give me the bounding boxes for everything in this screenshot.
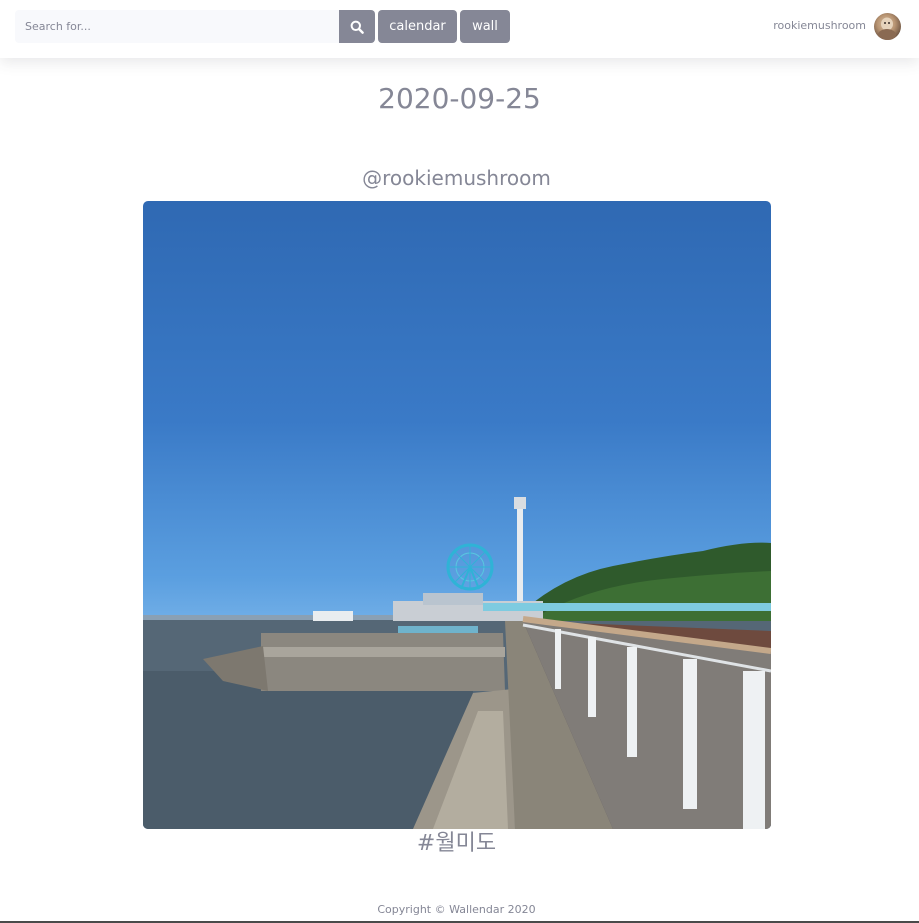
user-name[interactable]: rookiemushroom [773, 19, 866, 32]
post-photo[interactable] [143, 201, 771, 829]
calendar-button[interactable]: calendar [378, 10, 457, 43]
search-icon [350, 20, 364, 34]
wall-button[interactable]: wall [460, 10, 510, 43]
search-button[interactable] [339, 10, 375, 43]
avatar[interactable] [874, 13, 901, 40]
post-tag[interactable]: #월미도 [0, 825, 913, 857]
search-box [15, 10, 339, 43]
page-title: 2020-09-25 [378, 82, 541, 115]
search-input[interactable] [15, 10, 339, 43]
top-navbar: calendar wall rookiemushroom [0, 0, 919, 58]
footer-copyright: Copyright © Wallendar 2020 [377, 903, 536, 916]
post-author[interactable]: @rookiemushroom [0, 166, 913, 190]
